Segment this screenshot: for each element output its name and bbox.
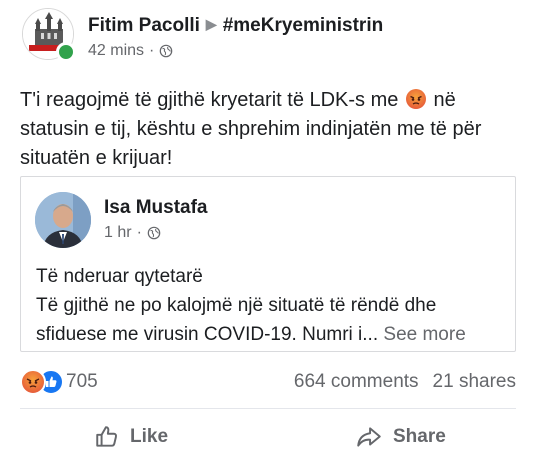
reaction-icons[interactable] [20,369,64,395]
target-page-name[interactable]: #meKryeministrin [223,15,384,36]
shared-post-text: Të nderuar qytetarë Të gjithë ne po kalo… [36,262,506,349]
arrow-right-icon: ▶ [205,16,217,32]
globe-icon [160,44,173,58]
thumbs-up-icon [96,426,117,447]
shared-author-name[interactable]: Isa Mustafa [104,197,207,219]
online-status-icon [56,42,76,62]
share-button[interactable]: Share [355,420,446,454]
post-text-part1: T'i reagojmë të gjithë kryetarit të LDK-… [20,89,404,111]
post-header: Fitim Pacolli ▶ #meKryeministrin 42 mins · [22,8,522,68]
post-time[interactable]: 42 mins [88,42,144,60]
shares-count[interactable]: 21 shares [433,371,516,392]
shared-text-line1: Të nderuar qytetarë [36,266,203,287]
like-label: Like [130,426,169,447]
shared-author-avatar[interactable] [35,192,91,248]
see-more-link[interactable]: See more [383,324,465,345]
shared-post-meta: 1 hr · [104,224,161,242]
share-arrow-icon [357,427,381,447]
post-stats: 664 comments 21 shares [294,371,516,393]
author-avatar[interactable] [22,8,76,62]
person-avatar-image [35,192,91,248]
comments-count[interactable]: 664 comments [294,371,419,392]
shared-post-card[interactable]: Isa Mustafa 1 hr · Të nderuar qytetarë T… [20,176,516,352]
share-label: Share [393,426,446,447]
like-button[interactable]: Like [94,420,168,454]
post-text: T'i reagojmë të gjithë kryetarit të LDK-… [20,86,514,173]
shared-post-time[interactable]: 1 hr [104,224,132,242]
post-meta: 42 mins · [88,42,173,60]
meta-dot: · [149,42,155,59]
reaction-count[interactable]: 705 [66,371,98,393]
divider [20,408,516,409]
reactions-row: 705 664 comments 21 shares [20,366,516,396]
globe-icon [147,226,161,240]
angry-emoji-icon [405,89,426,109]
meta-dot: · [136,224,142,241]
angry-reaction-icon [20,369,46,395]
author-line: Fitim Pacolli ▶ #meKryeministrin [88,15,383,37]
ellipsis: ... [362,324,384,345]
shared-text-body: Të gjithë ne po kalojmë një situatë të r… [36,291,506,349]
author-name[interactable]: Fitim Pacolli [88,15,200,36]
